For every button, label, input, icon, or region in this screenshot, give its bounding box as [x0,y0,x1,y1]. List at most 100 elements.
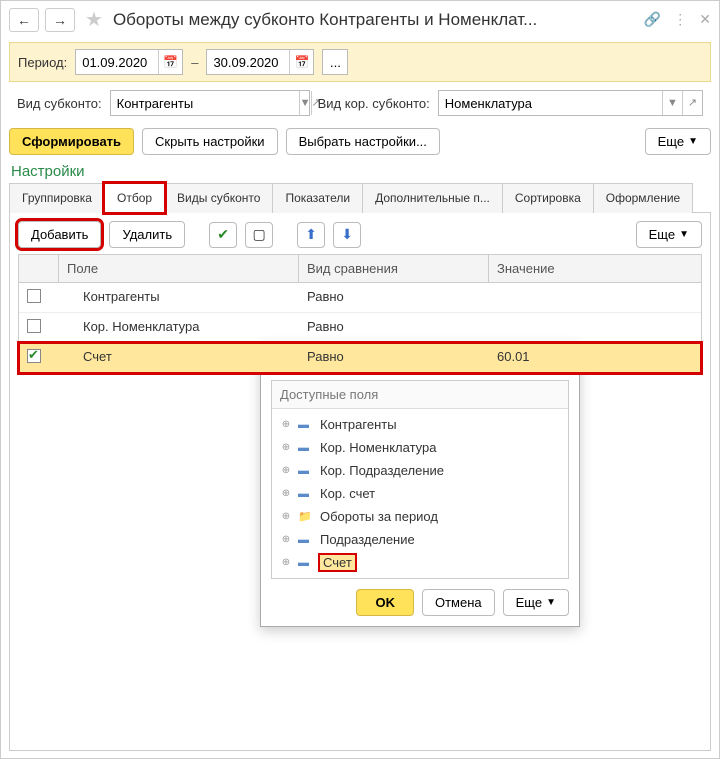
close-icon[interactable]: ✕ [699,11,711,28]
popup-body-head: Доступные поля [272,381,568,409]
period-panel: Период: 📅 – 📅 ... [9,42,711,82]
table-row[interactable]: Счет Равно 60.01 [19,343,701,373]
tab-subkonto-types[interactable]: Виды субконто [164,183,273,213]
row-checkbox[interactable] [27,319,41,333]
hide-settings-button[interactable]: Скрыть настройки [142,128,278,155]
more-icon[interactable]: ⋮ [673,11,687,28]
tree-item[interactable]: ⊕▬Кор. Подразделение [272,459,568,482]
cell-field[interactable]: Контрагенты [59,283,299,312]
favorite-icon[interactable]: ★ [85,7,103,32]
cell-val[interactable] [489,283,701,312]
col-cmp[interactable]: Вид сравнения [299,255,489,282]
chevron-down-icon[interactable]: ▼ [299,91,311,115]
tree-item[interactable]: ⊕▬Подразделение [272,528,568,551]
col-val[interactable]: Значение [489,255,701,282]
popup-body: Доступные поля ⊕▬Контрагенты ⊕▬Кор. Номе… [271,380,569,579]
fields-tree: ⊕▬Контрагенты ⊕▬Кор. Номенклатура ⊕▬Кор.… [272,409,568,578]
tab-additional[interactable]: Дополнительные п... [362,183,503,213]
kor-subkonto-combo[interactable]: ▼ ↗ [438,90,703,116]
cell-cmp[interactable]: Равно [299,313,489,342]
tab-formatting[interactable]: Оформление [593,183,693,213]
chevron-down-icon[interactable]: ▼ [662,91,682,115]
delete-button[interactable]: Удалить [109,221,185,248]
subkonto-combo[interactable]: ▼ ↗ [110,90,310,116]
choose-settings-button[interactable]: Выбрать настройки... [286,128,440,155]
table-row[interactable]: Кор. Номенклатура Равно [19,313,701,343]
cell-field[interactable]: Счет [59,343,299,372]
tree-item[interactable]: ⊕📁Обороты за период [272,505,568,528]
window-title: Обороты между субконто Контрагенты и Ном… [113,10,638,30]
tree-item[interactable]: ⊕▬Контрагенты [272,413,568,436]
field-picker-popup: Выбор поля отбора ⋮ ▫ ✕ Доступные поля ⊕… [260,343,580,627]
table-row[interactable]: Контрагенты Равно [19,283,701,313]
filter-grid: Поле Вид сравнения Значение Контрагенты … [18,254,702,374]
period-from[interactable]: 📅 [75,49,183,75]
tree-item[interactable]: ⊕▬Кор. счет [272,482,568,505]
tree-item-selected[interactable]: ⊕▬Счет [272,551,568,574]
forward-button[interactable]: → [45,8,75,32]
tab-filter[interactable]: Отбор [104,183,165,213]
attr-icon: ▬ [298,465,314,477]
main-toolbar: Сформировать Скрыть настройки Выбрать на… [1,122,719,161]
move-down-icon[interactable]: ⬇ [333,222,361,248]
grid-header: Поле Вид сравнения Значение [19,255,701,283]
period-picker-button[interactable]: ... [322,49,348,75]
popup-more-button[interactable]: Еще ▼ [503,589,569,616]
form-button[interactable]: Сформировать [9,128,134,155]
expand-icon[interactable]: ⊕ [280,557,292,568]
expand-icon[interactable]: ⊕ [280,465,292,476]
subkonto-input[interactable] [111,96,299,111]
tab-sorting[interactable]: Сортировка [502,183,594,213]
open-ref-icon[interactable]: ↗ [682,91,702,115]
row-checkbox[interactable] [27,289,41,303]
cell-val[interactable]: 60.01 [489,343,701,372]
uncheck-all-icon[interactable]: ▢ [245,222,273,248]
expand-icon[interactable]: ⊕ [280,488,292,499]
calendar-icon[interactable]: 📅 [289,50,313,74]
period-to[interactable]: 📅 [206,49,314,75]
kor-subkonto-label: Вид кор. субконто: [318,96,430,111]
popup-footer: OK Отмена Еще ▼ [261,579,579,626]
col-field[interactable]: Поле [59,255,299,282]
cancel-button[interactable]: Отмена [422,589,495,616]
cell-cmp[interactable]: Равно [299,283,489,312]
calendar-icon[interactable]: 📅 [158,50,182,74]
kor-subkonto-input[interactable] [439,96,662,111]
expand-icon[interactable]: ⊕ [280,534,292,545]
move-up-icon[interactable]: ⬆ [297,222,325,248]
expand-icon[interactable]: ⊕ [280,511,292,522]
settings-body: Добавить Удалить ✔ ▢ ⬆ ⬇ Еще ▼ Поле Вид … [9,213,711,751]
link-icon[interactable]: 🔗 [644,11,661,28]
period-label: Период: [18,55,67,70]
add-button[interactable]: Добавить [18,221,101,248]
settings-section-title: Настройки [1,161,719,182]
row-checkbox[interactable] [27,349,41,363]
expand-icon[interactable]: ⊕ [280,419,292,430]
tab-metrics[interactable]: Показатели [272,183,363,213]
settings-tabs: Группировка Отбор Виды субконто Показате… [9,182,711,213]
folder-icon: 📁 [298,510,314,523]
tree-item[interactable]: ⊕▬Кор. Номенклатура [272,436,568,459]
cell-cmp[interactable]: Равно [299,343,489,372]
attr-icon: ▬ [298,488,314,500]
more-button-2[interactable]: Еще ▼ [636,221,702,248]
cell-field[interactable]: Кор. Номенклатура [59,313,299,342]
back-button[interactable]: ← [9,8,39,32]
attr-icon: ▬ [298,419,314,431]
titlebar: ← → ★ Обороты между субконто Контрагенты… [1,1,719,38]
period-from-input[interactable] [76,55,158,70]
period-to-input[interactable] [207,55,289,70]
attr-icon: ▬ [298,442,314,454]
check-all-icon[interactable]: ✔ [209,222,237,248]
attr-icon: ▬ [298,534,314,546]
expand-icon[interactable]: ⊕ [280,442,292,453]
more-button[interactable]: Еще ▼ [645,128,711,155]
subkonto-label: Вид субконто: [17,96,102,111]
attr-icon: ▬ [298,557,314,569]
ok-button[interactable]: OK [356,589,414,616]
app-window: ← → ★ Обороты между субконто Контрагенты… [0,0,720,759]
tab-grouping[interactable]: Группировка [9,183,105,213]
cell-val[interactable] [489,313,701,342]
subkonto-panel: Вид субконто: ▼ ↗ Вид кор. субконто: ▼ ↗ [9,86,711,120]
filter-toolbar: Добавить Удалить ✔ ▢ ⬆ ⬇ Еще ▼ [18,221,702,248]
